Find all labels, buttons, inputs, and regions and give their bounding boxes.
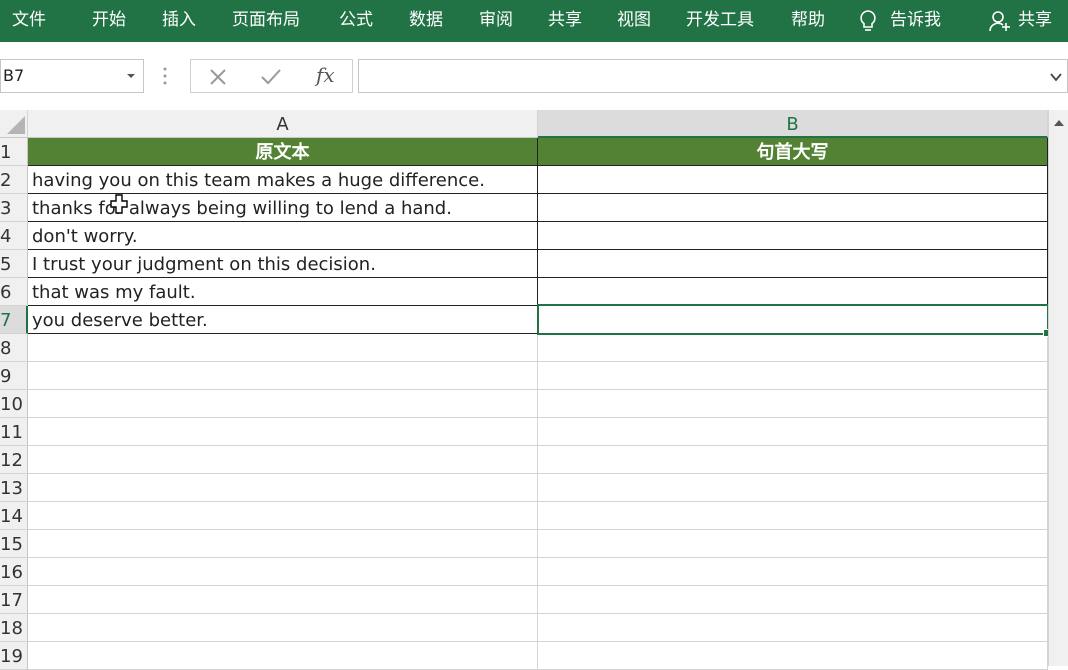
cell-b8[interactable] xyxy=(538,334,1048,362)
tab-insert[interactable]: 插入 xyxy=(162,0,196,42)
cell-a3[interactable]: thanks for always being willing to lend … xyxy=(28,194,538,222)
scroll-up-arrow-icon[interactable] xyxy=(1050,116,1068,130)
person-add-icon xyxy=(989,11,1010,32)
cell-b16[interactable] xyxy=(538,558,1048,586)
tab-data[interactable]: 数据 xyxy=(409,0,443,42)
cell-select-cursor-icon xyxy=(110,194,128,214)
share-button[interactable]: 共享 xyxy=(986,0,1052,42)
cell-a18[interactable] xyxy=(28,614,538,642)
tab-review[interactable]: 审阅 xyxy=(479,0,513,42)
tab-file[interactable]: 文件 xyxy=(12,0,46,42)
tab-formulas[interactable]: 公式 xyxy=(339,0,373,42)
tell-me-label: 告诉我 xyxy=(890,10,941,30)
tell-me-box[interactable]: 告诉我 xyxy=(858,0,941,42)
cell-a14[interactable] xyxy=(28,502,538,530)
expand-formula-icon[interactable] xyxy=(1049,70,1063,84)
chevron-down-icon[interactable] xyxy=(125,70,137,82)
formula-input[interactable] xyxy=(358,59,1068,93)
column-header-b[interactable]: B xyxy=(538,110,1048,138)
cell-a1[interactable]: 原文本 xyxy=(28,138,538,166)
cell-b9[interactable] xyxy=(538,362,1048,390)
tab-share[interactable]: 共享 xyxy=(548,0,582,42)
share-label: 共享 xyxy=(1018,10,1052,30)
cell-a17[interactable] xyxy=(28,586,538,614)
row-header-3[interactable]: 3 xyxy=(0,194,28,222)
ribbon-tab-bar: 文件 开始 插入 页面布局 公式 数据 审阅 共享 视图 开发工具 帮助 告诉我… xyxy=(0,0,1068,42)
lightbulb-icon xyxy=(860,10,876,31)
worksheet-grid: A B 1 2 3 4 5 6 7 8 9 10 11 12 13 14 15 … xyxy=(0,110,1051,670)
column-header-a[interactable]: A xyxy=(28,110,538,138)
name-box-value: B7 xyxy=(3,66,25,85)
cell-b14[interactable] xyxy=(538,502,1048,530)
cell-b18[interactable] xyxy=(538,614,1048,642)
row-header-7[interactable]: 7 xyxy=(0,306,28,334)
row-header-8[interactable]: 8 xyxy=(0,334,28,362)
tab-view[interactable]: 视图 xyxy=(617,0,651,42)
vertical-scrollbar[interactable] xyxy=(1048,110,1068,666)
cell-a5[interactable]: I trust your judgment on this decision. xyxy=(28,250,538,278)
cell-b15[interactable] xyxy=(538,530,1048,558)
select-all-corner[interactable] xyxy=(0,110,28,138)
tab-developer[interactable]: 开发工具 xyxy=(686,0,754,42)
row-header-15[interactable]: 15 xyxy=(0,530,28,558)
row-header-16[interactable]: 16 xyxy=(0,558,28,586)
cell-a10[interactable] xyxy=(28,390,538,418)
row-header-4[interactable]: 4 xyxy=(0,222,28,250)
row-header-9[interactable]: 9 xyxy=(0,362,28,390)
more-icon[interactable] xyxy=(162,66,168,86)
tab-help[interactable]: 帮助 xyxy=(791,0,825,42)
tab-page-layout[interactable]: 页面布局 xyxy=(232,0,300,42)
cancel-icon[interactable] xyxy=(208,67,228,87)
check-icon[interactable] xyxy=(260,67,282,87)
cell-a15[interactable] xyxy=(28,530,538,558)
cell-b10[interactable] xyxy=(538,390,1048,418)
cell-a6[interactable]: that was my fault. xyxy=(28,278,538,306)
select-all-triangle-icon xyxy=(7,116,25,134)
cell-b7[interactable] xyxy=(538,306,1048,334)
row-header-12[interactable]: 12 xyxy=(0,446,28,474)
cell-b5[interactable] xyxy=(538,250,1048,278)
formula-buttons: fx xyxy=(190,59,353,93)
cell-a9[interactable] xyxy=(28,362,538,390)
row-header-5[interactable]: 5 xyxy=(0,250,28,278)
row-header-18[interactable]: 18 xyxy=(0,614,28,642)
cell-b6[interactable] xyxy=(538,278,1048,306)
cell-a12[interactable] xyxy=(28,446,538,474)
cell-a13[interactable] xyxy=(28,474,538,502)
cell-b4[interactable] xyxy=(538,222,1048,250)
cell-a4[interactable]: don't worry. xyxy=(28,222,538,250)
cell-a7[interactable]: you deserve better. xyxy=(28,306,538,334)
row-header-11[interactable]: 11 xyxy=(0,418,28,446)
insert-function-button[interactable]: fx xyxy=(316,63,335,87)
cell-a2[interactable]: having you on this team makes a huge dif… xyxy=(28,166,538,194)
formula-bar: B7 fx xyxy=(0,42,1068,110)
row-header-14[interactable]: 14 xyxy=(0,502,28,530)
cell-a16[interactable] xyxy=(28,558,538,586)
cell-b3[interactable] xyxy=(538,194,1048,222)
row-header-1[interactable]: 1 xyxy=(0,138,28,166)
cell-b12[interactable] xyxy=(538,446,1048,474)
row-header-17[interactable]: 17 xyxy=(0,586,28,614)
cell-a11[interactable] xyxy=(28,418,538,446)
row-header-6[interactable]: 6 xyxy=(0,278,28,306)
cell-b17[interactable] xyxy=(538,586,1048,614)
row-header-2[interactable]: 2 xyxy=(0,166,28,194)
cell-b11[interactable] xyxy=(538,418,1048,446)
cell-b13[interactable] xyxy=(538,474,1048,502)
tab-home[interactable]: 开始 xyxy=(92,0,126,42)
row-header-13[interactable]: 13 xyxy=(0,474,28,502)
row-header-10[interactable]: 10 xyxy=(0,390,28,418)
cell-b1[interactable]: 句首大写 xyxy=(538,138,1048,166)
cell-a8[interactable] xyxy=(28,334,538,362)
cell-b2[interactable] xyxy=(538,166,1048,194)
name-box[interactable]: B7 xyxy=(0,59,144,93)
